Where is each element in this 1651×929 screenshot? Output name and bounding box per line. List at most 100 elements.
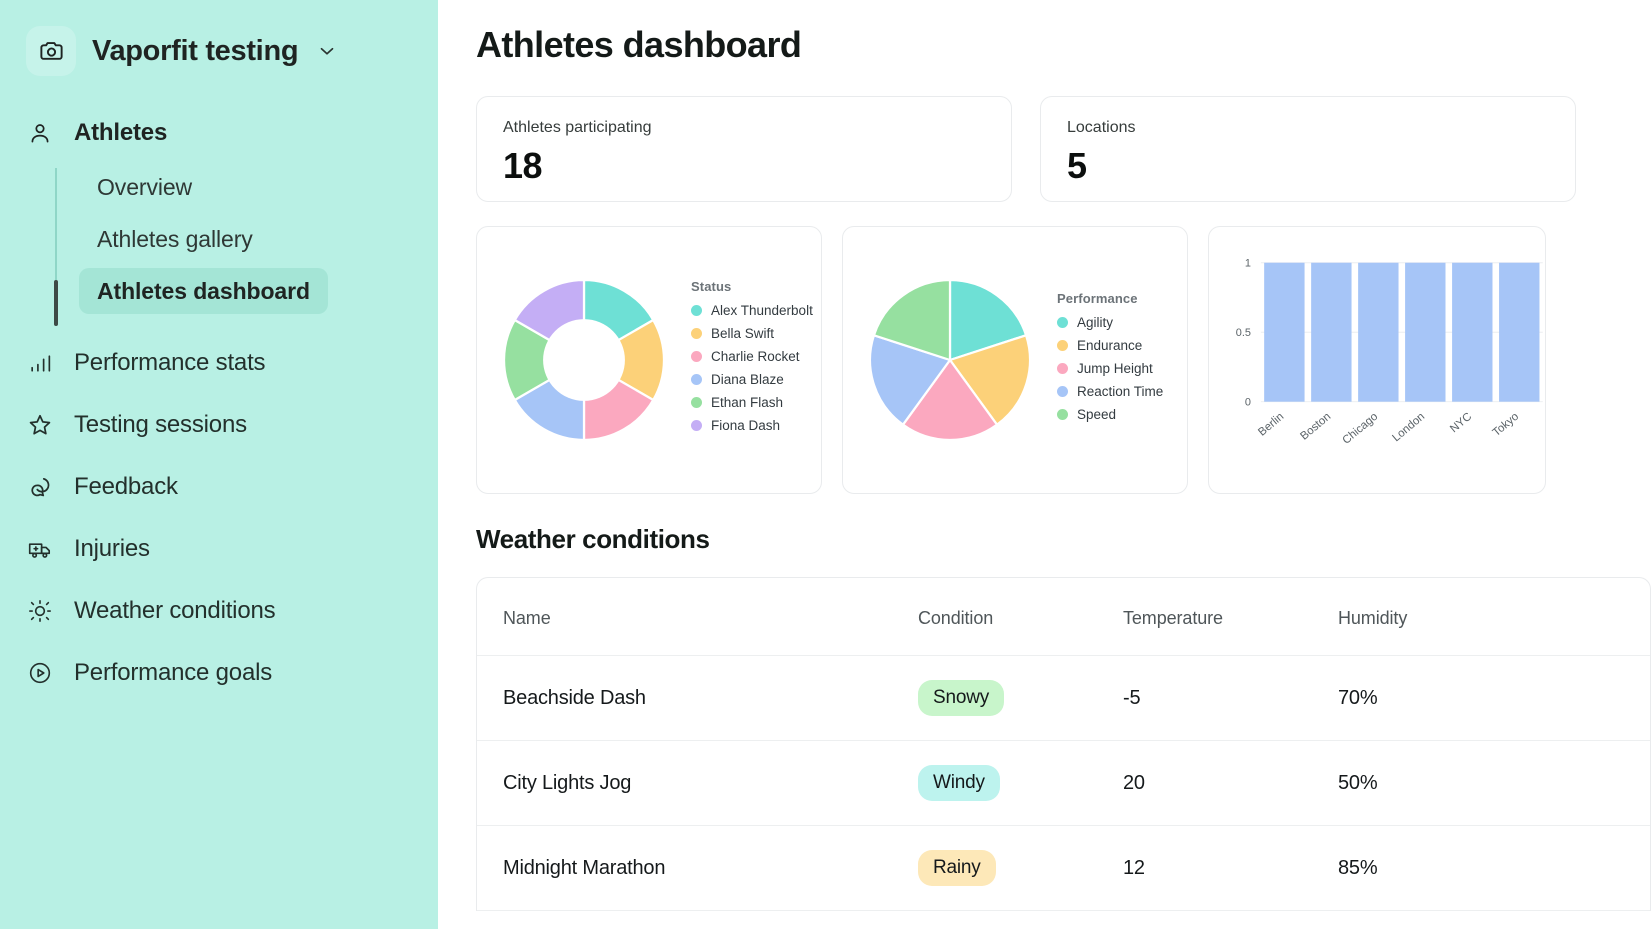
cell-temperature: 12 [1123,856,1145,879]
chevron-down-icon[interactable] [316,40,338,62]
legend-item[interactable]: Diana Blaze [691,372,813,387]
legend-label: Ethan Flash [711,395,784,410]
cell-condition: Windy [892,741,1097,826]
donut-chart-svg [502,278,666,442]
kpi-row: Athletes participating 18 Locations 5 [476,96,1651,202]
table-row[interactable]: Beachside Dash Snowy -5 70% [477,656,1650,741]
status-badge: Rainy [918,850,996,886]
sidebar-item-performance-goals[interactable]: Performance goals [0,642,438,704]
cell-condition: Rainy [892,826,1097,911]
kpi-label: Athletes participating [503,119,652,136]
column-header-humidity[interactable]: Humidity [1312,578,1650,656]
legend-swatch [691,420,702,431]
legend-item[interactable]: Alex Thunderbolt [691,303,813,318]
pie-chart [857,267,1043,453]
weather-section-title: Weather conditions [476,524,710,554]
donut-chart [491,267,677,453]
legend-item[interactable]: Ethan Flash [691,395,813,410]
column-header-name[interactable]: Name [477,578,892,656]
subnav-rail [54,168,58,326]
legend-item[interactable]: Endurance [1057,338,1163,353]
legend-label: Diana Blaze [711,372,784,387]
legend-label: Alex Thunderbolt [711,303,813,318]
sidebar-item-label: Performance goals [74,659,273,686]
sidebar-item-injuries[interactable]: Injuries [0,518,438,580]
legend-label: Bella Swift [711,326,775,341]
legend-label: Fiona Dash [711,418,781,433]
legend-label: Jump Height [1077,360,1153,376]
bar-chart-icon [26,351,54,376]
sidebar-subitem-athletes-dashboard[interactable]: Athletes dashboard [79,268,328,314]
bar [1499,262,1540,402]
y-axis-tick-label: 1 [1245,258,1251,270]
sidebar-item-performance-stats[interactable]: Performance stats [0,332,438,394]
legend-item[interactable]: Reaction Time [1057,384,1163,399]
cell-name: Midnight Marathon [503,856,666,879]
cell-name: City Lights Jog [503,771,632,794]
chart-card-performance-pie: Performance Agility Endurance Jump Height R… [842,226,1188,494]
cell-humidity: 70% [1338,686,1378,709]
cell-condition: Snowy [892,656,1097,741]
pie-chart-svg [868,278,1032,442]
table-row[interactable]: Midnight Marathon Rainy 12 85% [477,826,1650,911]
donut-legend: Status Alex Thunderbolt Bella Swift Charli… [691,279,813,441]
legend-swatch [1057,339,1068,351]
sun-icon [26,598,54,624]
pie-legend: Performance Agility Endurance Jump Height R… [1057,291,1163,430]
legend-item[interactable]: Bella Swift [691,326,813,341]
sidebar-subitem-athletes-gallery[interactable]: Athletes gallery [79,216,271,262]
column-header-temperature[interactable]: Temperature [1097,578,1312,656]
sidebar-nav: Athletes Overview Athletes gallery Athle… [0,110,438,704]
legend-swatch [691,374,702,385]
sidebar-item-label: Testing sessions [74,411,247,438]
page-title: Athletes dashboard [476,24,802,65]
column-header-condition[interactable]: Condition [892,578,1097,656]
legend-label: Agility [1077,314,1114,330]
play-circle-icon [26,660,54,686]
legend-item[interactable]: Fiona Dash [691,418,813,433]
status-badge: Snowy [918,680,1005,716]
sidebar-subitem-overview[interactable]: Overview [79,164,210,210]
x-axis-tick-label: NYC [1448,411,1474,436]
cell-humidity: 85% [1338,856,1378,879]
main-content: Athletes dashboard Athletes participatin… [438,0,1651,929]
bar [1452,262,1493,402]
status-badge: Windy [918,765,1000,801]
sidebar-item-athletes[interactable]: Athletes [0,110,438,156]
kpi-label: Locations [1067,119,1136,136]
kpi-value: 5 [1067,145,1087,186]
weather-table-card: Name Condition Temperature Humidity Beac… [476,577,1651,911]
legend-item[interactable]: Speed [1057,407,1163,422]
bar [1311,262,1352,402]
legend-label: Speed [1077,406,1117,422]
x-axis-tick-label: London [1390,411,1427,445]
kpi-card-athletes-participating: Athletes participating 18 [476,96,1012,202]
brand-header[interactable]: Vaporfit testing [0,26,438,76]
bar [1264,262,1305,402]
chart-card-locations-bar: 0 0.5 1 Berlin Boston Chicago London NYC Tokyo [1208,226,1546,494]
sidebar-subitem-label: Athletes dashboard [97,277,310,304]
sidebar-item-weather-conditions[interactable]: Weather conditions [0,580,438,642]
table-body: Beachside Dash Snowy -5 70% City Lights Jog W… [477,656,1650,911]
bar [1405,262,1446,402]
sidebar-item-testing-sessions[interactable]: Testing sessions [0,394,438,456]
sidebar-item-label: Injuries [74,535,150,562]
legend-item[interactable]: Agility [1057,315,1163,330]
legend-swatch [691,351,702,362]
subnav-active-indicator [54,280,58,326]
x-axis-tick-label: Tokyo [1491,411,1522,439]
x-axis-tick-label: Boston [1298,411,1333,443]
star-icon [26,412,54,438]
sidebar-item-feedback[interactable]: Feedback [0,456,438,518]
table-head: Name Condition Temperature Humidity [477,578,1650,656]
table-row[interactable]: City Lights Jog Windy 20 50% [477,741,1650,826]
legend-label: Endurance [1077,337,1143,353]
cell-temperature: 20 [1123,771,1145,794]
legend-label: Charlie Rocket [711,349,800,364]
brand-title: Vaporfit testing [92,34,299,67]
sidebar-subnav: Overview Athletes gallery Athletes dashb… [54,164,438,326]
ambulance-icon [26,536,54,562]
legend-swatch [691,397,702,408]
legend-item[interactable]: Charlie Rocket [691,349,813,364]
legend-item[interactable]: Jump Height [1057,361,1163,376]
